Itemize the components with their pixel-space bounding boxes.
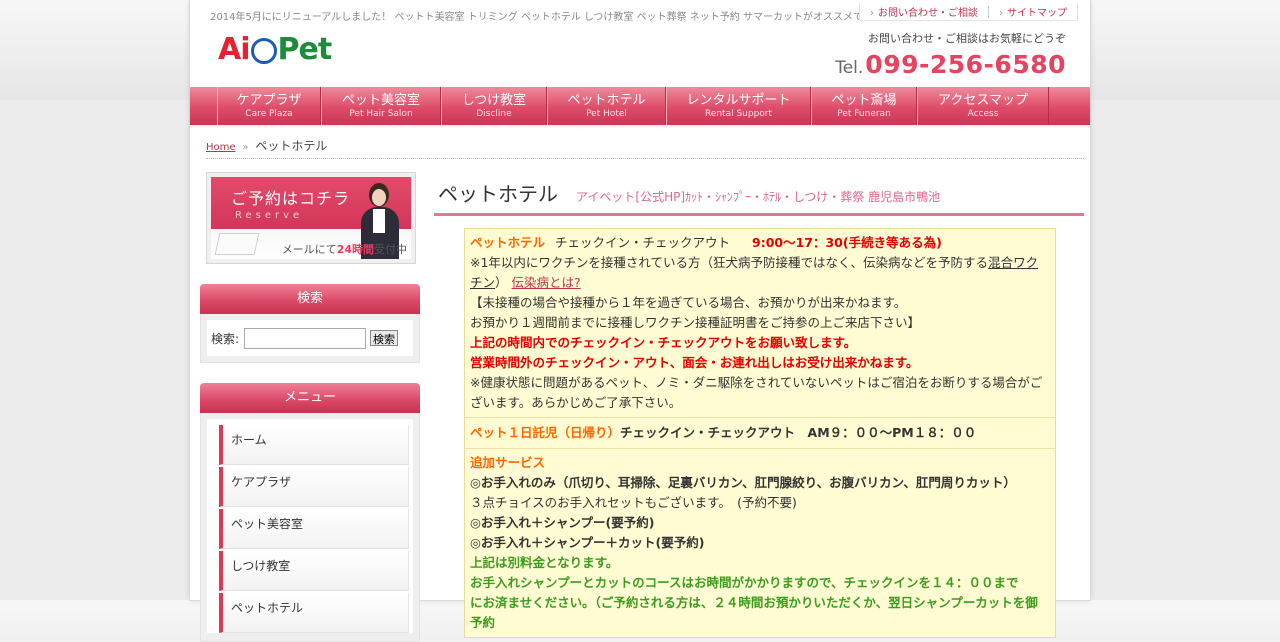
- hotel-label: ペットホテル: [470, 235, 546, 250]
- shirt-shape: [373, 209, 385, 233]
- hotel-hours: 9:00～17：30(手続き等ある為): [752, 235, 942, 250]
- nav-sublabel: Discline: [476, 108, 512, 119]
- menu-item-care-plaza[interactable]: ケアプラザ: [219, 467, 409, 507]
- time-request-note: 上記の時間内でのチェックイン・チェックアウトをお願い致します。: [470, 335, 857, 350]
- site-header: 2014年5月ににリニューアルしました！ ペットト美容室 トリミング ペットホテ…: [190, 0, 1090, 86]
- search-label: 検索:: [211, 331, 240, 346]
- sidebar: ご予約はコチラ Reserve メールにて24時間受付中 検索 検索: 検索 メ…: [200, 172, 422, 642]
- hotel-hours-section: ペットホテル チェックイン・チェックアウト 9:00～17：30(手続き等ある為…: [465, 229, 1055, 418]
- breadcrumb: Home » ペットホテル: [206, 137, 1084, 159]
- nav-label: アクセスマップ: [938, 92, 1028, 108]
- reservation-footer-pre: メールにて: [281, 243, 337, 256]
- menu-item-pet-salon[interactable]: ペット美容室: [219, 509, 409, 549]
- tel-label: Tel.: [835, 58, 864, 78]
- phone-number: Tel. 099-256-6580: [835, 50, 1066, 79]
- after-hours-note: 営業時間外のチェックイン・アウト、面会・お連れ出しはお受け出来かねます。: [470, 355, 919, 370]
- nav-sublabel: Access: [967, 108, 999, 119]
- nav-sublabel: Pet Hair Salon: [349, 108, 413, 119]
- nav-label: ペット斎場: [831, 92, 897, 108]
- menu-list: ホーム ケアプラザ ペット美容室 しつけ教室 ペットホテル: [207, 419, 413, 633]
- menu-box-title: メニュー: [200, 383, 420, 413]
- daycare-hours: チェックイン・チェックアウト AM９：００～PM１８：００: [620, 425, 977, 440]
- logo-pet-text: Pet: [277, 32, 333, 67]
- unvaccinated-note: 【未接種の場合や接種から１年を過ぎている場合、お預かりが出来かねます。: [470, 295, 907, 310]
- search-input[interactable]: [244, 327, 367, 349]
- nav-rental-support[interactable]: レンタルサポート Rental Support: [666, 87, 811, 125]
- nav-care-plaza[interactable]: ケアプラザ Care Plaza: [217, 87, 321, 125]
- main-nav: ケアプラザ Care Plaza ペット美容室 Pet Hair Salon し…: [190, 87, 1090, 125]
- page-subtitle: アイペット[公式HP]ｶｯﾄ・ｼｬﾝﾌﾟｰ・ﾎﾃﾙ・しつけ・葬祭 鹿児島市鴨池: [576, 190, 941, 204]
- news-ticker: 2014年5月ににリニューアルしました！ ペットト美容室 トリミング ペットホテ…: [210, 12, 890, 23]
- paw-icon: [250, 38, 277, 64]
- grooming-only-detail: （爪切り、耳掃除、足裏バリカン、肛門腺絞り、お腹バリカン、肛門周りカット）: [555, 475, 1016, 490]
- checkin-label: チェックイン・チェックアウト: [555, 235, 731, 250]
- nav-pet-salon[interactable]: ペット美容室 Pet Hair Salon: [321, 87, 441, 125]
- nav-access-map[interactable]: アクセスマップ Access: [917, 87, 1049, 125]
- main-content: ペットホテル アイペット[公式HP]ｶｯﾄ・ｼｬﾝﾌﾟｰ・ﾎﾃﾙ・しつけ・葬祭 …: [434, 172, 1084, 638]
- nav-pet-hotel[interactable]: ペットホテル Pet Hotel: [547, 87, 666, 125]
- contact-note: お問い合わせ・ご相談はお気軽にどうぞ: [868, 32, 1066, 45]
- separate-fee-note: 上記は別料金となります。: [470, 555, 619, 570]
- menu-item-training[interactable]: しつけ教室: [219, 551, 409, 591]
- vaccine-close: ）: [495, 275, 508, 290]
- reservation-banner-image: ご予約はコチラ Reserve メールにて24時間受付中: [211, 177, 411, 259]
- breadcrumb-home[interactable]: Home: [206, 142, 236, 153]
- tel-number: 099-256-6580: [865, 50, 1066, 79]
- nav-label: ケアプラザ: [236, 92, 302, 108]
- page-container: 2014年5月ににリニューアルしました！ ペットト美容室 トリミング ペットホテ…: [190, 0, 1090, 642]
- nav-sublabel: Rental Support: [704, 108, 773, 119]
- extra-services-label: 追加サービス: [470, 455, 546, 470]
- checkin-deadline-note: お手入れシャンプーとカットのコースはお時間がかかりますので、チェックインを１４：…: [470, 575, 1019, 590]
- health-note: ※健康状態に問題があるペット、ノミ・ダニ駆除をされていないペットはご宿泊をお断り…: [470, 375, 1043, 410]
- menu-box: ホーム ケアプラザ ペット美容室 しつけ教室 ペットホテル: [200, 413, 420, 642]
- nav-label: レンタルサポート: [686, 92, 791, 108]
- face-shape: [372, 189, 386, 206]
- certificate-note: お預かり１週間前までに接種しワクチン接種証明書をご持参の上ご来店下さい】: [470, 315, 921, 330]
- search-box-title: 検索: [200, 284, 420, 314]
- nav-label: ペット美容室: [341, 92, 420, 108]
- site-logo[interactable]: Ai Pet: [218, 32, 333, 67]
- logo-ai-text: Ai: [218, 32, 251, 67]
- nav-sublabel: Pet Funeran: [837, 108, 891, 119]
- extra-services-section: 追加サービス ◎お手入れのみ（爪切り、耳掃除、足裏バリカン、肛門腺絞り、お腹バリ…: [465, 449, 1055, 637]
- breadcrumb-separator: »: [242, 142, 249, 153]
- nav-sublabel: Care Plaza: [245, 108, 293, 119]
- nav-training[interactable]: しつけ教室 Discline: [441, 87, 547, 125]
- breadcrumb-current: ペットホテル: [255, 139, 328, 153]
- grooming-only-option: ◎お手入れのみ（爪切り、耳掃除、足裏バリカン、肛門腺絞り、お腹バリカン、肛門周り…: [470, 473, 1049, 493]
- search-box: 検索: 検索: [200, 314, 420, 363]
- search-form: 検索: 検索: [207, 320, 413, 356]
- grooming-set-note: ３点チョイスのお手入れセットもございます。 (予約不要): [470, 495, 797, 510]
- nav-label: ペットホテル: [567, 92, 646, 108]
- nav-sublabel: Pet Hotel: [586, 108, 627, 119]
- hotel-hours-line: ペットホテル チェックイン・チェックアウト 9:00～17：30(手続き等ある為…: [470, 233, 1049, 253]
- page-title: ペットホテル: [438, 182, 558, 206]
- reservation-note: にお済ませください。（ご予約される方は、２４時間お預かりいただくか、翌日シャンプ…: [470, 595, 1038, 630]
- reservation-footer-post: 受付中: [374, 243, 407, 256]
- grooming-shampoo-option: ◎お手入れ＋シャンプー(要予約): [470, 515, 655, 530]
- menu-item-pet-hotel[interactable]: ペットホテル: [219, 593, 409, 633]
- grooming-shampoo-cut-option: ◎お手入れ＋シャンプー＋カット(要予約): [470, 535, 705, 550]
- vaccine-note: ※1年以内にワクチンを接種されている方（狂犬病予防接種ではなく、伝染病などを予防…: [470, 253, 1049, 293]
- reservation-subtitle: Reserve: [235, 210, 304, 221]
- infectious-disease-link[interactable]: 伝染病とは?: [512, 275, 581, 290]
- daycare-section: ペット１日託児（日帰り）チェックイン・チェックアウト AM９：００～PM１８：０…: [465, 418, 1055, 449]
- vaccine-text: ※1年以内にワクチンを接種されている方（狂犬病予防接種ではなく、伝染病などを予防…: [470, 255, 989, 270]
- sitemap-link[interactable]: サイトマップ: [989, 4, 1077, 19]
- nav-pet-funeral[interactable]: ペット斎場 Pet Funeran: [811, 87, 917, 125]
- daycare-label: ペット１日託児（日帰り）: [470, 425, 621, 440]
- hotel-info-box: ペットホテル チェックイン・チェックアウト 9:00～17：30(手続き等ある為…: [464, 228, 1056, 638]
- reservation-footer-highlight: 24時間: [336, 243, 374, 256]
- reservation-banner[interactable]: ご予約はコチラ Reserve メールにて24時間受付中: [206, 172, 416, 264]
- contact-link[interactable]: お問い合わせ・ご相談: [860, 4, 988, 19]
- envelope-icon: [214, 233, 260, 255]
- menu-item-home[interactable]: ホーム: [219, 425, 409, 465]
- reservation-title: ご予約はコチラ: [231, 189, 351, 208]
- nav-label: しつけ教室: [461, 92, 527, 108]
- header-links: お問い合わせ・ご相談 サイトマップ: [859, 3, 1078, 21]
- grooming-only-title: ◎お手入れのみ: [470, 475, 556, 490]
- search-button[interactable]: 検索: [370, 330, 399, 346]
- page-heading: ペットホテル アイペット[公式HP]ｶｯﾄ・ｼｬﾝﾌﾟｰ・ﾎﾃﾙ・しつけ・葬祭 …: [434, 172, 1084, 216]
- reservation-footer: メールにて24時間受付中: [282, 241, 407, 257]
